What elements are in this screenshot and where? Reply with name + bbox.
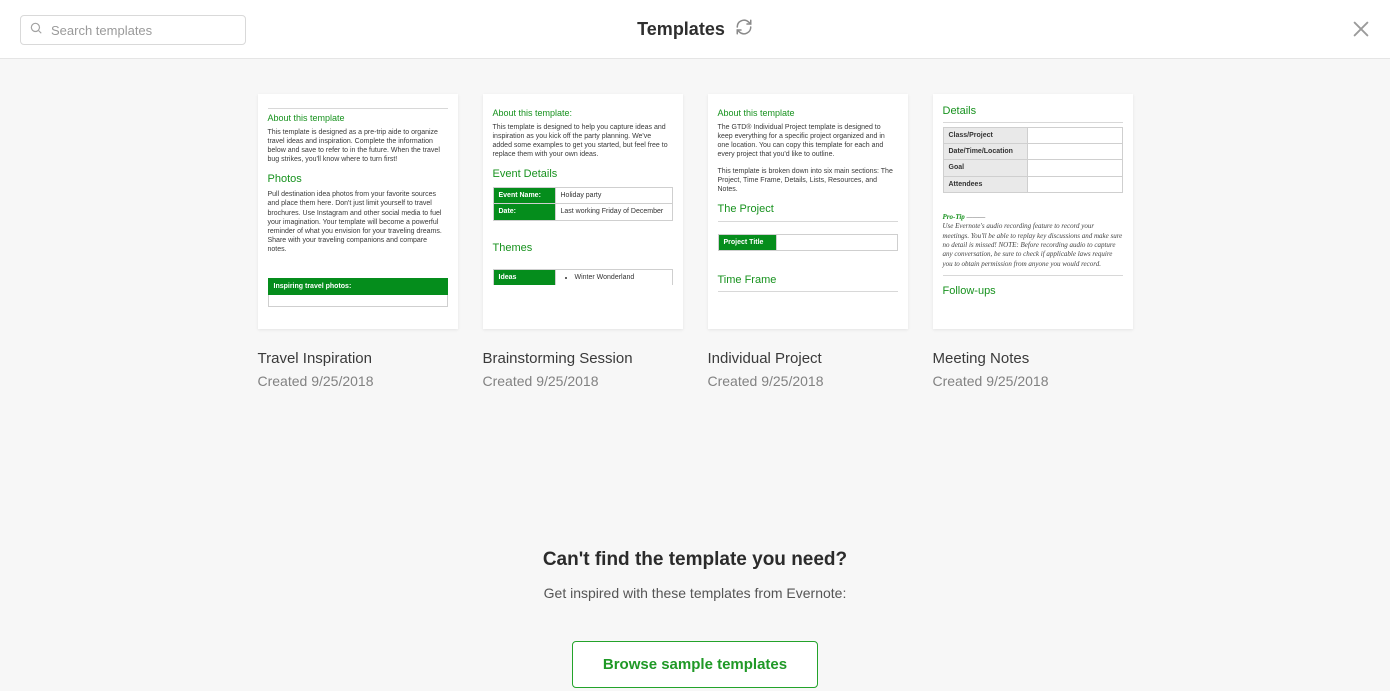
preview-heading: Follow-ups <box>943 284 1123 298</box>
preview-heading: About this template <box>268 113 448 125</box>
preview-text: This template is designed as a pre-trip … <box>268 128 448 164</box>
preview-text: The GTD® Individual Project template is … <box>718 123 898 159</box>
preview-cell: Date/Time/Location <box>943 144 1027 160</box>
page-title: Templates <box>637 19 725 40</box>
preview-cell: Ideas <box>493 269 555 285</box>
search-field-container[interactable] <box>20 15 246 45</box>
refresh-icon <box>735 18 753 41</box>
template-title: Brainstorming Session <box>483 350 683 367</box>
preview-cell: Date: <box>493 204 555 220</box>
close-icon <box>1350 27 1372 44</box>
preview-bullet: Winter Wonderland <box>575 273 667 282</box>
template-title: Meeting Notes <box>933 350 1133 367</box>
template-created-date: Created 9/25/2018 <box>258 373 458 389</box>
preview-heading: Photos <box>268 172 448 186</box>
template-card-brainstorming-session[interactable]: About this template: This template is de… <box>483 94 683 329</box>
preview-cell: Attendees <box>943 176 1027 192</box>
template-created-date: Created 9/25/2018 <box>708 373 908 389</box>
preview-cell: Goal <box>943 160 1027 176</box>
preview-bar: Inspiring travel photos: <box>268 278 448 295</box>
templates-row: About this template This template is des… <box>258 94 1133 389</box>
preview-protip-text: Use Evernote's audio recording feature t… <box>943 222 1123 268</box>
header-bar: Templates <box>0 0 1390 59</box>
preview-cell: Class/Project <box>943 128 1027 144</box>
preview-heading: Time Frame <box>718 273 898 287</box>
preview-heading: Themes <box>493 241 673 255</box>
footer-subtext: Get inspired with these templates from E… <box>543 585 847 601</box>
browse-sample-templates-button[interactable]: Browse sample templates <box>572 641 818 688</box>
content-area: About this template This template is des… <box>0 59 1390 688</box>
preview-heading: Event Details <box>493 167 673 181</box>
footer-heading: Can't find the template you need? <box>543 549 847 571</box>
preview-cell: Project Title <box>718 234 776 250</box>
preview-cell <box>776 234 897 250</box>
preview-heading: The Project <box>718 202 898 216</box>
preview-text: Pull destination idea photos from your f… <box>268 190 448 254</box>
preview-protip-label: Pro-Tip <box>943 213 965 221</box>
template-title: Travel Inspiration <box>258 350 458 367</box>
preview-cell: Last working Friday of December <box>555 204 672 220</box>
footer-block: Can't find the template you need? Get in… <box>543 549 847 688</box>
preview-text: This template is designed to help you ca… <box>493 123 673 159</box>
preview-heading: About this template <box>718 108 898 120</box>
template-created-date: Created 9/25/2018 <box>483 373 683 389</box>
template-card-individual-project[interactable]: About this template The GTD® Individual … <box>708 94 908 329</box>
template-title: Individual Project <box>708 350 908 367</box>
preview-cell: Event Name: <box>493 188 555 204</box>
preview-heading: About this template: <box>493 108 673 120</box>
template-card-travel-inspiration[interactable]: About this template This template is des… <box>258 94 458 329</box>
preview-cell: Holiday party <box>555 188 672 204</box>
search-icon <box>29 21 43 40</box>
preview-text: This template is broken down into six ma… <box>718 167 898 194</box>
template-created-date: Created 9/25/2018 <box>933 373 1133 389</box>
close-button[interactable] <box>1350 18 1372 40</box>
search-input[interactable] <box>51 23 231 38</box>
refresh-button[interactable] <box>735 18 753 41</box>
template-card-meeting-notes[interactable]: Details Class/Project Date/Time/Location… <box>933 94 1133 329</box>
preview-heading: Details <box>943 104 1123 118</box>
